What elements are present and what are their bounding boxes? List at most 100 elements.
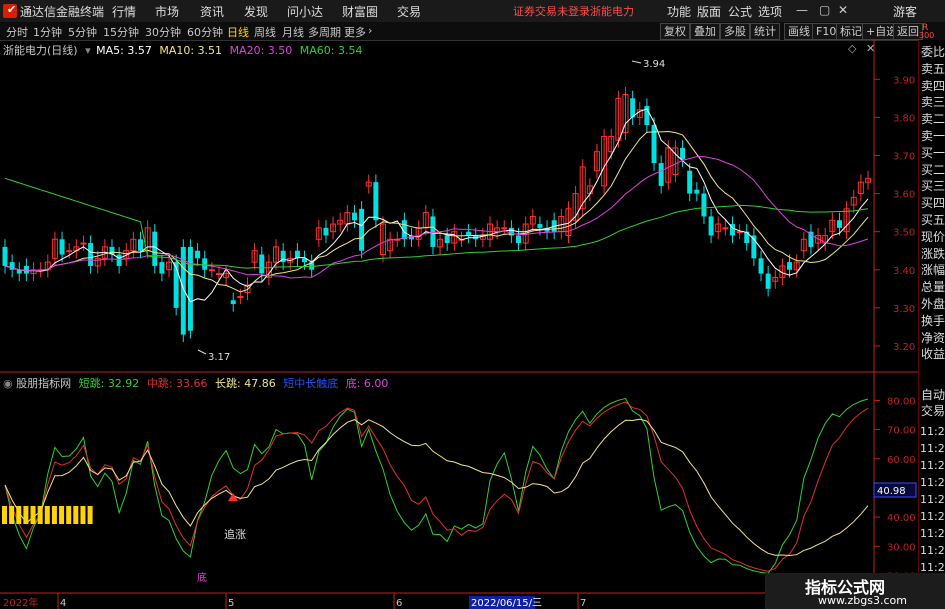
candle bbox=[73, 239, 80, 259]
side-time: 11:27 bbox=[920, 493, 945, 506]
candle bbox=[772, 269, 779, 289]
short-line bbox=[4, 397, 869, 574]
candle bbox=[422, 205, 429, 236]
menu-banmian[interactable]: 版面 bbox=[697, 3, 721, 20]
period-multi[interactable]: 多周期 bbox=[308, 24, 341, 40]
signal-bar bbox=[44, 506, 50, 524]
candle bbox=[359, 201, 365, 259]
candle bbox=[722, 220, 729, 236]
kline-chart-area[interactable]: 3.90 3.80 3.70 3.60 3.50 3.40 3.30 3.20 3.94 3.… bbox=[0, 40, 918, 609]
menu-hangqing[interactable]: 行情 bbox=[112, 3, 136, 20]
menu-zixun[interactable]: 资讯 bbox=[200, 3, 224, 20]
btn-fuquan[interactable]: 复权 bbox=[660, 23, 690, 40]
high-label: 3.94 bbox=[643, 59, 665, 70]
menu-gongshi[interactable]: 公式 bbox=[728, 3, 752, 20]
side-item[interactable]: 买二 bbox=[921, 162, 945, 178]
candle bbox=[601, 128, 608, 194]
candle bbox=[116, 246, 122, 274]
indicator-gear-icon[interactable]: ◉ bbox=[3, 377, 13, 390]
menu-jiaoyi[interactable]: 交易 bbox=[397, 3, 421, 20]
period-month[interactable]: 月线 bbox=[282, 24, 304, 40]
period-15min[interactable]: 15分钟 bbox=[103, 24, 139, 40]
candle bbox=[586, 178, 593, 202]
period-week[interactable]: 周线 bbox=[254, 24, 276, 40]
trade-login-warning[interactable]: 证券交易未登录 bbox=[513, 3, 590, 19]
cursor-date: 2022/06/15/三 bbox=[471, 598, 542, 609]
maximize-icon[interactable]: ▢ bbox=[819, 3, 830, 17]
more-chevron-icon[interactable]: › bbox=[368, 24, 372, 37]
candle bbox=[244, 277, 251, 301]
ind-long: 长跳: 47.86 bbox=[215, 377, 276, 390]
side-item[interactable]: 收益 bbox=[921, 346, 945, 362]
side-item[interactable]: 委比 bbox=[921, 44, 945, 60]
side-item[interactable]: 现价 bbox=[921, 229, 945, 245]
period-1min[interactable]: 1分钟 bbox=[33, 24, 62, 40]
candle bbox=[138, 231, 144, 259]
side-item[interactable]: 买五 bbox=[921, 212, 945, 228]
ma5-label: MA5: 3.57 bbox=[96, 44, 152, 57]
side-item[interactable]: 买四 bbox=[921, 195, 945, 211]
chevron-down-icon[interactable]: ▾ bbox=[85, 44, 91, 57]
candle bbox=[88, 235, 94, 274]
period-more[interactable]: 更多 bbox=[344, 24, 366, 40]
candle bbox=[630, 90, 636, 125]
menu-caifuquan[interactable]: 财富圈 bbox=[342, 3, 378, 20]
side-item[interactable]: 换手 bbox=[921, 313, 945, 329]
candle bbox=[751, 227, 757, 266]
side-item[interactable]: 涨跌 bbox=[921, 246, 945, 262]
side-item[interactable]: 买三 bbox=[921, 178, 945, 194]
side-item[interactable]: 卖一 bbox=[921, 128, 945, 144]
chart-close-icon[interactable]: ✕ bbox=[866, 42, 875, 55]
x-axis: 2022年 4 5 6 2022/06/15/三 7 bbox=[3, 593, 586, 609]
period-5min[interactable]: 5分钟 bbox=[68, 24, 97, 40]
side-item[interactable]: 外盘 bbox=[921, 296, 945, 312]
btn-huaxian[interactable]: 画线 bbox=[784, 23, 814, 40]
candle bbox=[593, 144, 600, 179]
period-60min[interactable]: 60分钟 bbox=[187, 24, 223, 40]
side-auto[interactable]: 自动 bbox=[921, 387, 945, 403]
side-item[interactable]: 净资 bbox=[921, 330, 945, 346]
signal-bar bbox=[66, 506, 72, 524]
guest-user[interactable]: 游客 bbox=[893, 3, 917, 20]
side-item[interactable]: 买一 bbox=[921, 145, 945, 161]
menu-xuanxiang[interactable]: 选项 bbox=[758, 3, 782, 20]
side-item[interactable]: 卖二 bbox=[921, 111, 945, 127]
candle bbox=[508, 220, 514, 244]
x-label-4: 4 bbox=[60, 598, 66, 609]
btn-diejia[interactable]: 叠加 bbox=[690, 23, 720, 40]
menu-gongneng[interactable]: 功能 bbox=[667, 3, 691, 20]
settings-diamond-icon[interactable]: ◇ bbox=[848, 42, 856, 55]
menu-faxian[interactable]: 发现 bbox=[244, 3, 268, 20]
side-item[interactable]: 涨幅 bbox=[921, 262, 945, 278]
side-trade[interactable]: 交易 bbox=[921, 403, 945, 419]
menu-wenxiaoda[interactable]: 问小达 bbox=[287, 3, 323, 20]
period-30min[interactable]: 30分钟 bbox=[145, 24, 181, 40]
menu-shichang[interactable]: 市场 bbox=[155, 3, 179, 20]
signal-bar bbox=[80, 506, 86, 524]
close-icon[interactable]: ✕ bbox=[838, 3, 848, 17]
candle bbox=[729, 216, 735, 244]
minimize-icon[interactable]: — bbox=[796, 3, 808, 17]
side-item[interactable]: 卖四 bbox=[921, 78, 945, 94]
indicator-tick: 30.00 bbox=[887, 542, 916, 553]
btn-tongji[interactable]: 统计 bbox=[750, 23, 780, 40]
candle bbox=[622, 86, 629, 141]
candle bbox=[230, 292, 236, 312]
side-time: 11:27 bbox=[920, 510, 945, 523]
period-toolbar: 分时 1分钟 5分钟 15分钟 30分钟 60分钟 日线 周线 月线 多周期 更… bbox=[0, 22, 945, 41]
side-item[interactable]: 总量 bbox=[921, 279, 945, 295]
candle bbox=[437, 231, 444, 255]
ma20-label: MA20: 3.50 bbox=[229, 44, 293, 57]
candle bbox=[765, 265, 771, 297]
side-time: 11:27 bbox=[920, 527, 945, 540]
period-day[interactable]: 日线 bbox=[227, 24, 249, 40]
side-item[interactable]: 卖三 bbox=[921, 94, 945, 110]
candle bbox=[173, 254, 179, 316]
btn-duogu[interactable]: 多股 bbox=[720, 23, 750, 40]
signal-bar bbox=[59, 506, 65, 524]
side-item[interactable]: 卖五 bbox=[921, 61, 945, 77]
candle bbox=[351, 205, 357, 228]
candle bbox=[687, 163, 693, 202]
period-fenshi[interactable]: 分时 bbox=[6, 24, 28, 40]
price-tick: 3.50 bbox=[893, 228, 915, 239]
